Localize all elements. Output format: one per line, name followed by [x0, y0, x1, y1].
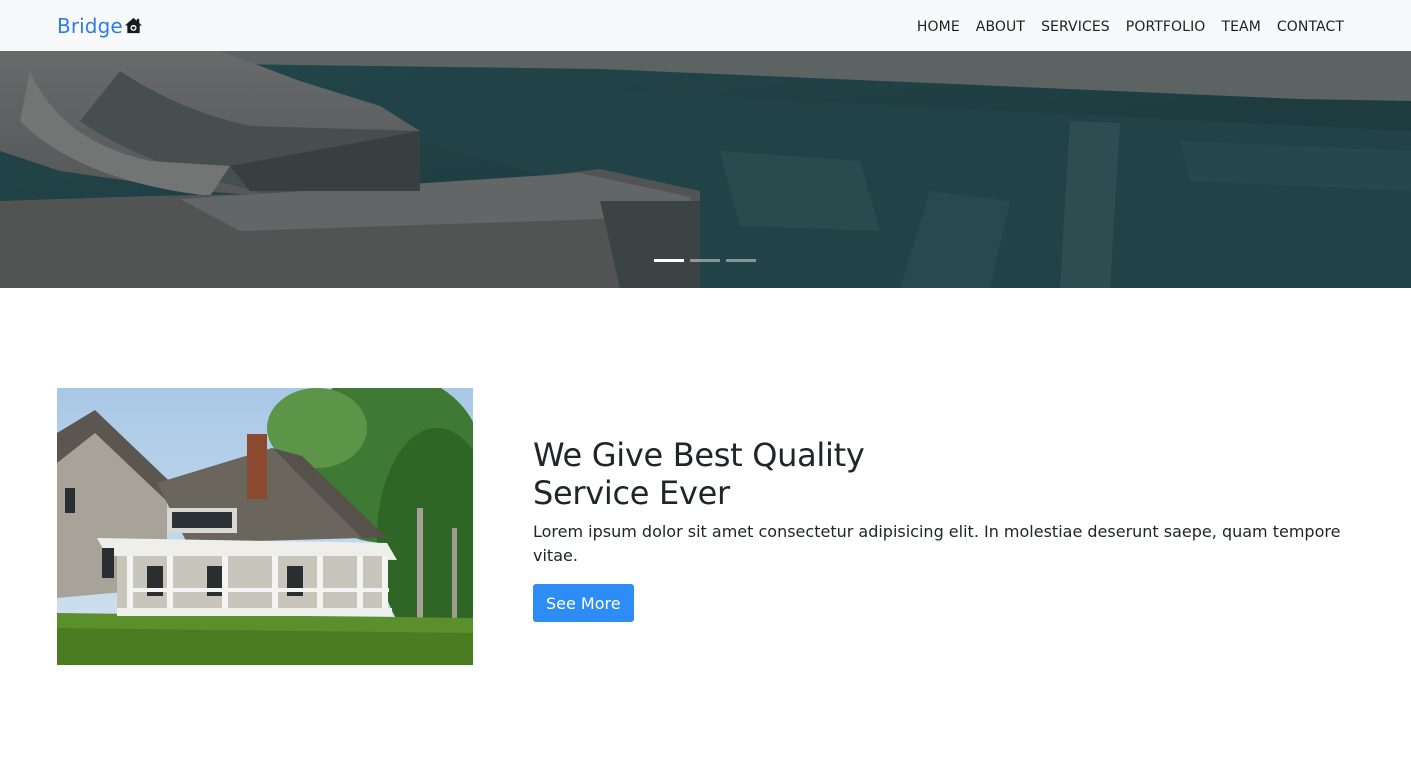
about-house-image	[57, 388, 473, 665]
about-text-block: We Give Best Quality Service Ever Lorem …	[533, 436, 1353, 622]
home-icon	[124, 16, 143, 35]
about-description: Lorem ipsum dolor sit amet consectetur a…	[533, 522, 1341, 565]
hero-carousel	[0, 51, 1411, 288]
about-title: We Give Best Quality Service Ever	[533, 436, 933, 512]
about-title-line1: We Give Best Quality	[533, 436, 865, 474]
carousel-indicator-3[interactable]	[726, 259, 756, 262]
carousel-indicators	[654, 259, 756, 262]
hero-pool-image	[0, 51, 1411, 288]
nav-contact[interactable]: CONTACT	[1277, 19, 1344, 35]
carousel-indicator-1[interactable]	[654, 259, 684, 262]
navbar: Bridge HOME ABOUT SERVICES PORTFOLIO TEA…	[0, 0, 1411, 51]
see-more-button[interactable]: See More	[533, 584, 634, 622]
nav-services[interactable]: SERVICES	[1041, 19, 1110, 35]
main-nav: HOME ABOUT SERVICES PORTFOLIO TEAM CONTA…	[917, 16, 1344, 35]
nav-team[interactable]: TEAM	[1221, 19, 1260, 35]
brand-logo[interactable]: Bridge	[57, 14, 143, 38]
brand-name: Bridge	[57, 13, 123, 38]
nav-about[interactable]: ABOUT	[976, 19, 1025, 35]
nav-home[interactable]: HOME	[917, 19, 960, 35]
carousel-indicator-2[interactable]	[690, 259, 720, 262]
about-title-line2: Service Ever	[533, 474, 730, 512]
nav-portfolio[interactable]: PORTFOLIO	[1126, 19, 1206, 35]
